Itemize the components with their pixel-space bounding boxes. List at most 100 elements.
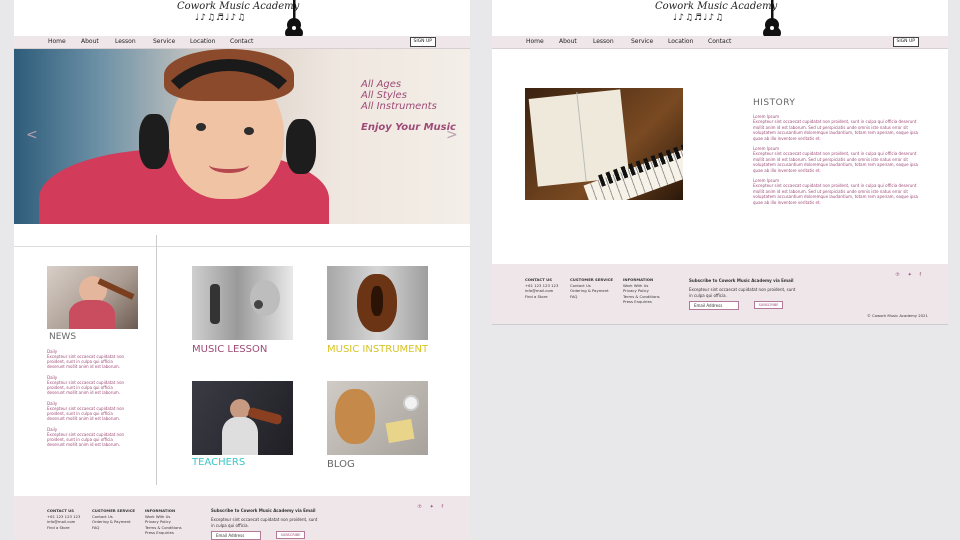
nav-location[interactable]: Location xyxy=(668,38,693,45)
footer-service: CUSTOMER SERVICE Contact Us Ordering & P… xyxy=(570,277,613,299)
subscribe-section: Subscribe to Cowork Music Academy via Em… xyxy=(211,508,321,529)
footer-link[interactable]: FAQ xyxy=(92,525,135,531)
card-label-teachers[interactable]: TEACHERS xyxy=(192,457,245,468)
footer-contact: CONTACT US +61 123 123 123 info@mail.com… xyxy=(525,277,558,299)
nav-lesson[interactable]: Lesson xyxy=(115,38,136,45)
hero-line-styles: All Styles xyxy=(361,90,407,101)
hero-caption: All Ages All Styles All Instruments Enjo… xyxy=(361,79,456,133)
history-content: Lorem Ipsum Excepteur sint occaecat cupi… xyxy=(753,114,919,210)
music-lesson-image[interactable] xyxy=(192,266,293,340)
news-image[interactable] xyxy=(47,266,138,329)
news-item[interactable]: Daily Excepteur sint occaecat cupidatat … xyxy=(47,375,129,395)
footer: CONTACT US +61 123 123 123 info@mail.com… xyxy=(14,496,470,540)
blog-image[interactable] xyxy=(327,381,428,455)
footer-find-store[interactable]: Find a Store xyxy=(525,294,558,300)
social-icons[interactable]: ℗ ✦ f xyxy=(895,272,924,278)
hero-tagline: Enjoy Your Music xyxy=(361,122,456,133)
teachers-image[interactable] xyxy=(192,381,293,455)
nav-about[interactable]: About xyxy=(81,38,99,45)
main-nav: Home About Lesson Service Location Conta… xyxy=(492,36,948,49)
headphone-left-icon xyxy=(139,114,169,169)
footer-find-store[interactable]: Find a Store xyxy=(47,525,80,531)
subscribe-text: Excepteur sint occaecat cupidatat non pr… xyxy=(211,517,318,528)
headphones-band xyxy=(149,59,309,199)
news-item[interactable]: Daily Excepteur sint occaecat cupidatat … xyxy=(47,349,129,369)
carousel-prev-icon[interactable]: < xyxy=(26,127,38,143)
history-heading: HISTORY xyxy=(753,98,796,108)
site-logo[interactable]: Cowork Music Academy ♩♪♫♬♩♪♫ xyxy=(177,0,307,40)
nav-lesson[interactable]: Lesson xyxy=(593,38,614,45)
music-notes-icon: ♩♪♫♬♩♪♫ xyxy=(673,13,725,23)
piano-sheet-music-image xyxy=(525,88,683,200)
guitar-icon xyxy=(285,0,303,40)
nav-home[interactable]: Home xyxy=(526,38,544,45)
news-heading: NEWS xyxy=(49,332,77,342)
nav-service[interactable]: Service xyxy=(153,38,175,45)
footer-email[interactable]: info@mail.com xyxy=(47,519,80,525)
history-paragraph: Excepteur sint occaecat cupidatat non pr… xyxy=(753,119,918,141)
music-notes-icon: ♩♪♫♬♩♪♫ xyxy=(195,13,247,23)
main-nav: Home About Lesson Service Location Conta… xyxy=(14,36,470,49)
news-body: Excepteur sint occaecat cupidatat non pr… xyxy=(47,432,125,447)
section-divider xyxy=(14,246,470,247)
footer-link[interactable]: FAQ xyxy=(570,294,613,300)
history-paragraph: Excepteur sint occaecat cupidatat non pr… xyxy=(753,151,918,173)
logo-text: Cowork Music Academy xyxy=(177,1,300,12)
footer-link[interactable]: Press Enquiries xyxy=(623,299,660,305)
footer-info: INFORMATION Work With Us Privacy Policy … xyxy=(145,508,182,536)
social-icons[interactable]: ℗ ✦ f xyxy=(417,504,446,510)
subscribe-text: Excepteur sint occaecat cupidatat non pr… xyxy=(689,287,796,298)
guitar-icon xyxy=(763,0,781,40)
footer-service: CUSTOMER SERVICE Contact Us Ordering & P… xyxy=(92,508,135,530)
carousel-next-icon[interactable]: > xyxy=(446,127,458,143)
email-input[interactable]: Email Address xyxy=(689,301,739,310)
news-list: Daily Excepteur sint occaecat cupidatat … xyxy=(47,349,129,453)
footer-service-heading: CUSTOMER SERVICE xyxy=(570,277,614,282)
email-input[interactable]: Email Address xyxy=(211,531,261,540)
footer-service-heading: CUSTOMER SERVICE xyxy=(92,508,136,513)
subscribe-button[interactable]: SUBSCRIBE xyxy=(276,531,305,539)
subscribe-section: Subscribe to Cowork Music Academy via Em… xyxy=(689,278,799,299)
footer: CONTACT US +61 123 123 123 info@mail.com… xyxy=(492,264,948,324)
column-divider xyxy=(156,235,157,485)
signup-button[interactable]: SIGN UP xyxy=(409,37,436,47)
hero-line-ages: All Ages xyxy=(361,79,402,90)
footer-info: INFORMATION Work With Us Privacy Policy … xyxy=(623,277,660,305)
card-label-music-lesson[interactable]: MUSIC LESSON xyxy=(192,344,267,355)
news-body: Excepteur sint occaecat cupidatat non pr… xyxy=(47,406,125,421)
hero-banner: All Ages All Styles All Instruments Enjo… xyxy=(14,49,470,224)
hero-smile xyxy=(209,157,249,173)
subscribe-button[interactable]: SUBSCRIBE xyxy=(754,301,783,309)
site-logo[interactable]: Cowork Music Academy ♩♪♫♬♩♪♫ xyxy=(655,0,785,40)
nav-home[interactable]: Home xyxy=(48,38,66,45)
subscribe-title: Subscribe to Cowork Music Academy via Em… xyxy=(211,508,316,513)
news-body: Excepteur sint occaecat cupidatat non pr… xyxy=(47,380,125,395)
nav-service[interactable]: Service xyxy=(631,38,653,45)
news-item[interactable]: Daily Excepteur sint occaecat cupidatat … xyxy=(47,401,129,421)
home-page: Cowork Music Academy ♩♪♫♬♩♪♫ Home About … xyxy=(14,0,470,540)
hero-eye-left xyxy=(196,123,206,131)
about-page: Cowork Music Academy ♩♪♫♬♩♪♫ Home About … xyxy=(492,0,948,325)
subscribe-title: Subscribe to Cowork Music Academy via Em… xyxy=(689,278,794,283)
nav-location[interactable]: Location xyxy=(190,38,215,45)
news-item[interactable]: Daily Excepteur sint occaecat cupidatat … xyxy=(47,427,129,447)
headphone-right-icon xyxy=(286,119,316,174)
nav-contact[interactable]: Contact xyxy=(230,38,253,45)
card-label-music-instrument[interactable]: MUSIC INSTRUMENT xyxy=(327,344,428,355)
footer-link[interactable]: Ordering & Payment xyxy=(92,519,135,525)
footer-email[interactable]: info@mail.com xyxy=(525,288,558,294)
logo-text: Cowork Music Academy xyxy=(655,1,778,12)
hero-eye-right xyxy=(244,127,254,135)
hero-line-instruments: All Instruments xyxy=(361,101,437,112)
nav-contact[interactable]: Contact xyxy=(708,38,731,45)
card-label-blog[interactable]: BLOG xyxy=(327,459,355,470)
footer-link[interactable]: Ordering & Payment xyxy=(570,288,613,294)
music-instrument-image[interactable] xyxy=(327,266,428,340)
history-paragraph: Excepteur sint occaecat cupidatat non pr… xyxy=(753,183,918,205)
footer-link[interactable]: Press Enquiries xyxy=(145,530,182,536)
news-body: Excepteur sint occaecat cupidatat non pr… xyxy=(47,354,125,369)
copyright-text: © Cowork Music Academy 2021 xyxy=(867,313,928,318)
nav-about[interactable]: About xyxy=(559,38,577,45)
signup-button[interactable]: SIGN UP xyxy=(892,37,919,47)
footer-contact: CONTACT US +61 123 123 123 info@mail.com… xyxy=(47,508,80,530)
